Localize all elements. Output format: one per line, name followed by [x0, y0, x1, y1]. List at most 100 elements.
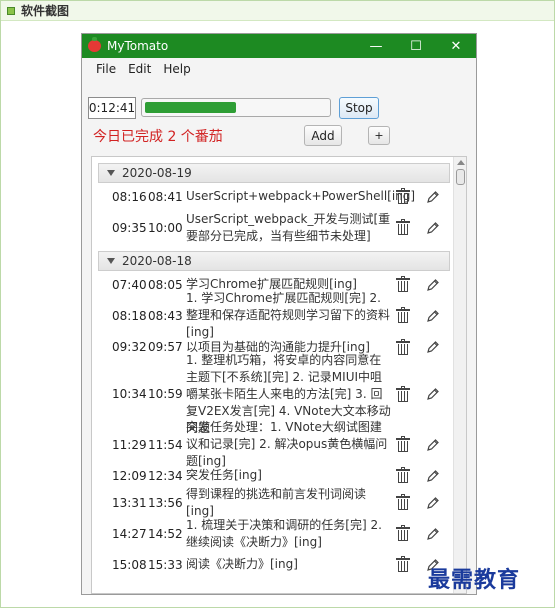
task-row: 13:31 13:56 得到课程的挑选和前言发刊词阅读[ing]	[98, 487, 450, 518]
menu-edit[interactable]: Edit	[122, 62, 157, 76]
pencil-icon[interactable]	[426, 496, 440, 510]
timer-row: 0:12:41 Stop	[88, 97, 472, 119]
task-start-time: 10:34	[112, 387, 147, 401]
task-end-time: 10:00	[148, 220, 183, 235]
scroll-thumb[interactable]	[456, 169, 465, 185]
trash-icon[interactable]	[396, 307, 410, 323]
task-actions	[396, 338, 440, 355]
pencil-icon[interactable]	[426, 190, 440, 204]
completed-count-text: 今日已完成 2 个番茄	[93, 129, 223, 145]
task-end-time: 08:41	[148, 189, 183, 204]
collapse-arrow-icon[interactable]	[107, 258, 115, 264]
trash-icon[interactable]	[396, 188, 410, 204]
task-start-time: 09:35	[112, 220, 147, 235]
trash-icon[interactable]	[396, 525, 410, 541]
pencil-icon[interactable]	[426, 221, 440, 235]
task-history-list[interactable]: 2020-08-19 08:16 08:41 UserScript+webpack+P…	[91, 156, 467, 594]
section-title: 软件截图	[21, 4, 70, 18]
menu-help[interactable]: Help	[157, 62, 196, 76]
task-start-time: 09:32	[112, 340, 147, 354]
date-group-header[interactable]: 2020-08-19	[98, 163, 450, 183]
trash-icon[interactable]	[396, 556, 410, 572]
task-description: 阅读《决断力》[ing]	[186, 557, 298, 571]
task-actions	[396, 467, 440, 483]
collapse-arrow-icon[interactable]	[107, 170, 115, 176]
task-actions	[396, 436, 440, 452]
task-row: 08:16 08:41 UserScript+webpack+PowerShell[…	[98, 183, 450, 210]
timer-display: 0:12:41	[88, 97, 136, 119]
pencil-icon[interactable]	[426, 340, 440, 354]
task-actions	[396, 494, 440, 510]
task-row: 14:27 14:52 1. 梳理关于决策和调研的任务[完] 2. 继续阅读《决断力…	[98, 516, 450, 551]
app-window: MyTomato — ☐ ✕ File Edit Help 0:12:41 St…	[81, 33, 477, 595]
task-start-time: 11:29	[112, 437, 147, 452]
task-actions	[396, 276, 440, 292]
minimize-button[interactable]: —	[356, 34, 396, 58]
watermark-logo: 最需教育	[428, 567, 521, 593]
trash-icon[interactable]	[396, 494, 410, 510]
trash-icon[interactable]	[396, 219, 410, 235]
task-start-time: 14:27	[112, 526, 147, 541]
add-button[interactable]: Add	[304, 125, 342, 146]
progress-fill	[145, 102, 236, 113]
task-description: 1. 梳理关于决策和调研的任务[完] 2. 继续阅读《决断力》[ing]	[186, 517, 382, 549]
pomodoro-progress-bar	[141, 98, 331, 117]
close-button[interactable]: ✕	[436, 34, 476, 58]
group-date: 2020-08-18	[122, 254, 192, 268]
task-start-time: 08:16	[112, 189, 147, 204]
menu-bar: File Edit Help	[82, 58, 476, 80]
trash-icon[interactable]	[396, 276, 410, 292]
scrollbar[interactable]	[453, 157, 466, 593]
group-date: 2020-08-19	[122, 166, 192, 180]
trash-icon[interactable]	[396, 338, 410, 355]
task-actions	[396, 385, 440, 402]
task-end-time: 08:05	[148, 277, 183, 292]
trash-icon[interactable]	[396, 467, 410, 483]
task-description: UserScript_webpack_开发与测试[重要部分已完成，当有些细节未处…	[186, 211, 391, 243]
menu-file[interactable]: File	[90, 62, 122, 76]
task-end-time: 13:56	[148, 495, 183, 510]
task-start-time: 15:08	[112, 557, 147, 572]
scroll-up-arrow-icon[interactable]	[457, 160, 465, 165]
task-description: UserScript+webpack+PowerShell[ing]	[186, 189, 416, 203]
task-start-time: 12:09	[112, 468, 147, 483]
trash-icon[interactable]	[396, 436, 410, 452]
task-end-time: 15:33	[148, 557, 183, 572]
window-title: MyTomato	[107, 39, 169, 53]
trash-icon[interactable]	[396, 385, 410, 402]
task-end-time: 11:54	[148, 437, 183, 452]
task-actions	[396, 219, 440, 235]
date-group-header[interactable]: 2020-08-18	[98, 251, 450, 271]
task-description: 突发任务[ing]	[186, 468, 262, 482]
section-header: 软件截图	[1, 1, 554, 21]
task-row: 08:18 08:43 1. 学习Chrome扩展匹配规则[完] 2. 整理和保存适…	[98, 291, 450, 339]
tomato-icon	[88, 37, 101, 52]
section-bullet-icon	[7, 6, 15, 15]
pencil-icon[interactable]	[426, 309, 440, 323]
task-end-time: 08:43	[148, 308, 183, 323]
pencil-icon[interactable]	[426, 469, 440, 483]
task-row: 15:08 15:33 阅读《决断力》[ing]	[98, 551, 450, 578]
plus-button[interactable]: +	[368, 126, 390, 145]
task-end-time: 12:34	[148, 468, 183, 483]
maximize-button[interactable]: ☐	[396, 34, 436, 58]
task-end-time: 09:57	[148, 340, 183, 354]
task-description: 得到课程的挑选和前言发刊词阅读[ing]	[186, 486, 367, 518]
title-bar: MyTomato — ☐ ✕	[82, 34, 476, 58]
task-actions	[396, 188, 440, 204]
task-actions	[396, 307, 440, 323]
pencil-icon[interactable]	[426, 438, 440, 452]
task-actions	[396, 525, 440, 541]
pencil-icon[interactable]	[426, 387, 440, 401]
task-row: 09:35 10:00 UserScript_webpack_开发与测试[重要部分已…	[98, 210, 450, 245]
stop-button[interactable]: Stop	[339, 97, 379, 119]
task-start-time: 08:18	[112, 308, 147, 323]
task-end-time: 10:59	[148, 387, 183, 401]
task-start-time: 13:31	[112, 495, 147, 510]
task-history-content: 2020-08-19 08:16 08:41 UserScript+webpack+P…	[92, 157, 454, 578]
task-row: 10:34 10:59 1. 整理机巧箱，将安卓的内容同意在主题下[不系统][完] …	[98, 353, 450, 435]
pencil-icon[interactable]	[426, 527, 440, 541]
pencil-icon[interactable]	[426, 278, 440, 292]
task-start-time: 07:40	[112, 277, 147, 292]
task-row: 11:29 11:54 突发任务处理：1. VNote大纲试图建议和记录[完] 2.…	[98, 420, 450, 468]
